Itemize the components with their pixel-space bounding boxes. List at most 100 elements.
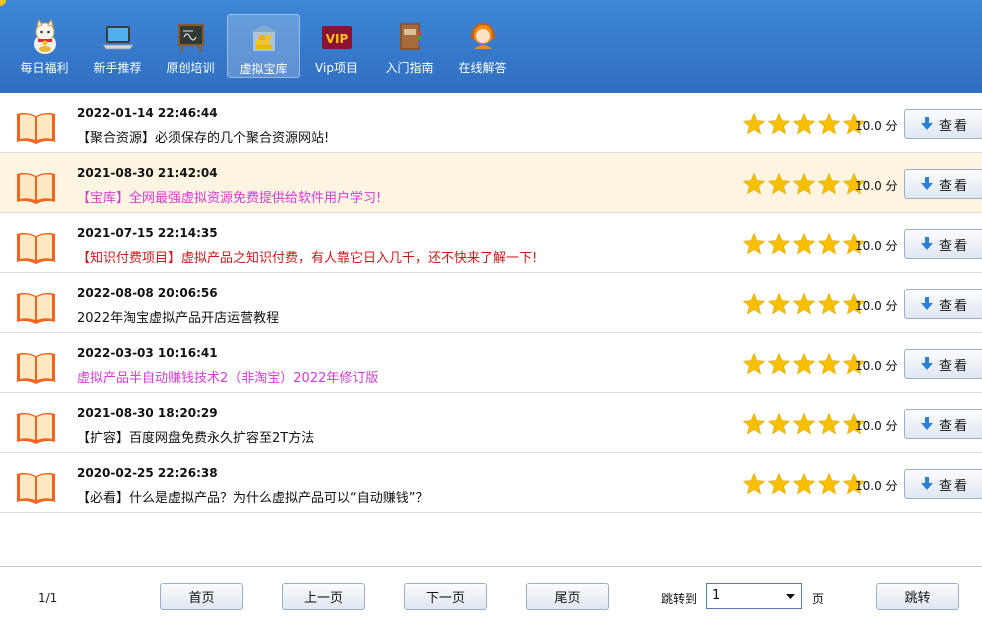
prev-page-button[interactable]: 上一页: [282, 583, 365, 610]
main-nav: 每日福利 新手推荐 原创培训 虚拟宝库 VIP Vip项目 入门指南 在线解答: [8, 14, 519, 78]
view-button[interactable]: 查看: [904, 229, 982, 259]
star-icon: [742, 232, 766, 255]
star-icon: [742, 472, 766, 495]
chevron-down-icon[interactable]: [783, 587, 798, 605]
nav-label: 每日福利: [20, 61, 69, 75]
item-date: 2021-08-30 21:42:04: [77, 166, 218, 180]
view-button-label: 查看: [939, 118, 970, 134]
rating-stars: [742, 352, 867, 376]
item-title[interactable]: 【宝库】全网最强虚拟资源免费提供给软件用户学习!: [77, 187, 381, 206]
item-score: 10.0 分: [855, 119, 898, 133]
list-item[interactable]: 2021-07-15 22:14:35 【知识付费项目】虚拟产品之知识付费，有人靠…: [0, 213, 982, 273]
nav-item-online-support[interactable]: 在线解答: [446, 14, 519, 78]
nav-item-getting-started[interactable]: 入门指南: [373, 14, 446, 78]
star-icon: [792, 352, 816, 375]
support-agent-icon: [470, 23, 495, 49]
item-date: 2021-07-15 22:14:35: [77, 226, 218, 240]
list-item[interactable]: 2020-02-25 22:26:38 【必看】什么是虚拟产品？为什么虚拟产品可以…: [0, 453, 982, 513]
star-icon: [792, 112, 816, 135]
guide-book-icon: [399, 23, 421, 50]
list-item[interactable]: 2022-01-14 22:46:44 【聚合资源】必须保存的几个聚合资源网站! 1…: [0, 93, 982, 153]
nav-label: 入门指南: [385, 61, 434, 75]
nav-item-original-training[interactable]: 原创培训: [154, 14, 227, 78]
first-page-button[interactable]: 首页: [160, 583, 243, 610]
book-icon: [17, 172, 55, 204]
star-icon: [742, 412, 766, 435]
item-score: 10.0 分: [855, 239, 898, 253]
star-icon: [792, 292, 816, 315]
next-page-button[interactable]: 下一页: [404, 583, 487, 610]
jump-button[interactable]: 跳转: [876, 583, 959, 610]
view-button[interactable]: 查看: [904, 289, 982, 319]
star-icon: [767, 472, 791, 495]
nav-label: 在线解答: [458, 61, 507, 75]
item-title[interactable]: 【知识付费项目】虚拟产品之知识付费，有人靠它日入几千，还不快来了解一下!: [77, 247, 537, 266]
nav-label: 原创培训: [166, 61, 215, 75]
jump-page-select[interactable]: 1: [706, 583, 802, 609]
star-icon: [742, 112, 766, 135]
view-button[interactable]: 查看: [904, 169, 982, 199]
item-title[interactable]: 虚拟产品半自动赚钱技术2（非淘宝）2022年修订版: [77, 367, 378, 386]
item-title[interactable]: 【聚合资源】必须保存的几个聚合资源网站!: [77, 127, 329, 146]
star-icon: [767, 232, 791, 255]
item-title[interactable]: 2022年淘宝虚拟产品开店运营教程: [77, 307, 279, 326]
star-icon: [767, 292, 791, 315]
last-page-button[interactable]: 尾页: [526, 583, 609, 610]
nav-item-daily-welfare[interactable]: 每日福利: [8, 14, 81, 78]
download-arrow-icon: [921, 297, 933, 310]
lucky-cat-icon: [33, 19, 56, 54]
nav-item-virtual-treasury[interactable]: 虚拟宝库: [227, 14, 300, 78]
item-date: 2022-01-14 22:46:44: [77, 106, 218, 120]
view-button-label: 查看: [939, 298, 970, 314]
book-icon: [17, 112, 55, 144]
corner-dot-icon: [0, 0, 6, 6]
download-arrow-icon: [921, 177, 933, 190]
list-item[interactable]: 2022-03-03 10:16:41 虚拟产品半自动赚钱技术2（非淘宝）2022…: [0, 333, 982, 393]
view-button[interactable]: 查看: [904, 409, 982, 439]
top-nav-bar: 每日福利 新手推荐 原创培训 虚拟宝库 VIP Vip项目 入门指南 在线解答: [0, 0, 982, 93]
download-arrow-icon: [921, 237, 933, 250]
list-item[interactable]: 2021-08-30 18:20:29 【扩容】百度网盘免费永久扩容至2T方法 10…: [0, 393, 982, 453]
rating-stars: [742, 412, 867, 436]
view-button-label: 查看: [939, 478, 970, 494]
item-title[interactable]: 【扩容】百度网盘免费永久扩容至2T方法: [77, 427, 314, 446]
download-arrow-icon: [921, 117, 933, 130]
list-item[interactable]: 2022-08-08 20:06:56 2022年淘宝虚拟产品开店运营教程 10.0…: [0, 273, 982, 333]
item-date: 2022-08-08 20:06:56: [77, 286, 218, 300]
list-item[interactable]: 2021-08-30 21:42:04 【宝库】全网最强虚拟资源免费提供给软件用户…: [0, 153, 982, 213]
rating-stars: [742, 292, 867, 316]
star-icon: [792, 172, 816, 195]
rating-stars: [742, 172, 867, 196]
laptop-icon: [101, 26, 134, 50]
star-icon: [817, 412, 841, 435]
item-title[interactable]: 【必看】什么是虚拟产品？为什么虚拟产品可以“自动赚钱”？: [77, 487, 428, 506]
nav-label: 虚拟宝库: [239, 62, 288, 76]
item-date: 2021-08-30 18:20:29: [77, 406, 218, 420]
star-icon: [817, 472, 841, 495]
view-button-label: 查看: [939, 418, 970, 434]
star-icon: [792, 472, 816, 495]
download-arrow-icon: [921, 477, 933, 490]
nav-item-newbie-recommend[interactable]: 新手推荐: [81, 14, 154, 78]
rating-stars: [742, 472, 867, 496]
star-icon: [817, 292, 841, 315]
view-button[interactable]: 查看: [904, 349, 982, 379]
star-icon: [742, 352, 766, 375]
view-button-label: 查看: [939, 178, 970, 194]
resource-list: 2022-01-14 22:46:44 【聚合资源】必须保存的几个聚合资源网站! 1…: [0, 93, 982, 513]
item-score: 10.0 分: [855, 299, 898, 313]
book-icon: [17, 412, 55, 444]
view-button[interactable]: 查看: [904, 469, 982, 499]
nav-label: Vip项目: [315, 61, 358, 75]
svg-text:VIP: VIP: [325, 32, 348, 46]
item-score: 10.0 分: [855, 179, 898, 193]
view-button[interactable]: 查看: [904, 109, 982, 139]
item-score: 10.0 分: [855, 359, 898, 373]
nav-item-vip-project[interactable]: VIP Vip项目: [300, 14, 373, 78]
star-icon: [792, 232, 816, 255]
vip-badge-icon: VIP: [321, 26, 352, 49]
treasure-box-icon: [250, 25, 277, 51]
jump-page-value: 1: [712, 588, 721, 603]
rating-stars: [742, 232, 867, 256]
star-icon: [817, 232, 841, 255]
